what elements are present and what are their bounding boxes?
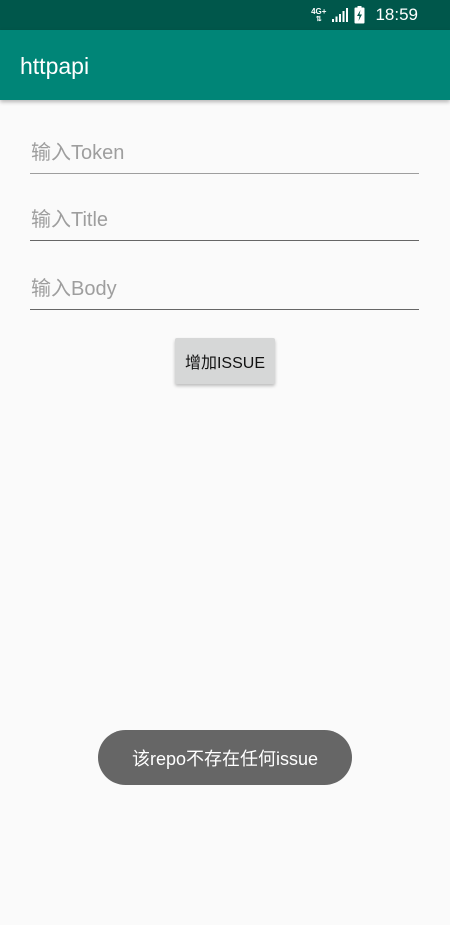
network-type-label: 4G+: [311, 6, 327, 16]
token-underline: [30, 173, 419, 174]
signal-strength-icon: [332, 8, 349, 22]
body-field[interactable]: [30, 270, 419, 310]
battery-charging-icon: [354, 6, 365, 24]
token-input[interactable]: [30, 134, 419, 172]
status-time: 18:59: [375, 5, 418, 24]
toast-message: 该repo不存在任何issue: [131, 748, 319, 769]
app-bar: httpapi: [0, 30, 450, 100]
toast: 该repo不存在任何issue: [98, 730, 352, 785]
data-arrows-icon: ⇅: [315, 15, 322, 23]
status-icons: 4G+ ⇅ 18:59: [311, 0, 418, 30]
body-input[interactable]: [30, 270, 419, 308]
app-title: httpapi: [20, 53, 90, 79]
title-field[interactable]: [30, 201, 419, 241]
status-bar: 4G+ ⇅ 18:59: [0, 0, 450, 30]
title-input[interactable]: [30, 201, 419, 239]
network-type-indicator: 4G+ ⇅: [311, 6, 327, 23]
body-underline: [30, 309, 419, 310]
token-field[interactable]: [30, 134, 419, 174]
title-underline: [30, 240, 419, 241]
add-issue-button[interactable]: 增加ISSUE: [175, 338, 275, 384]
